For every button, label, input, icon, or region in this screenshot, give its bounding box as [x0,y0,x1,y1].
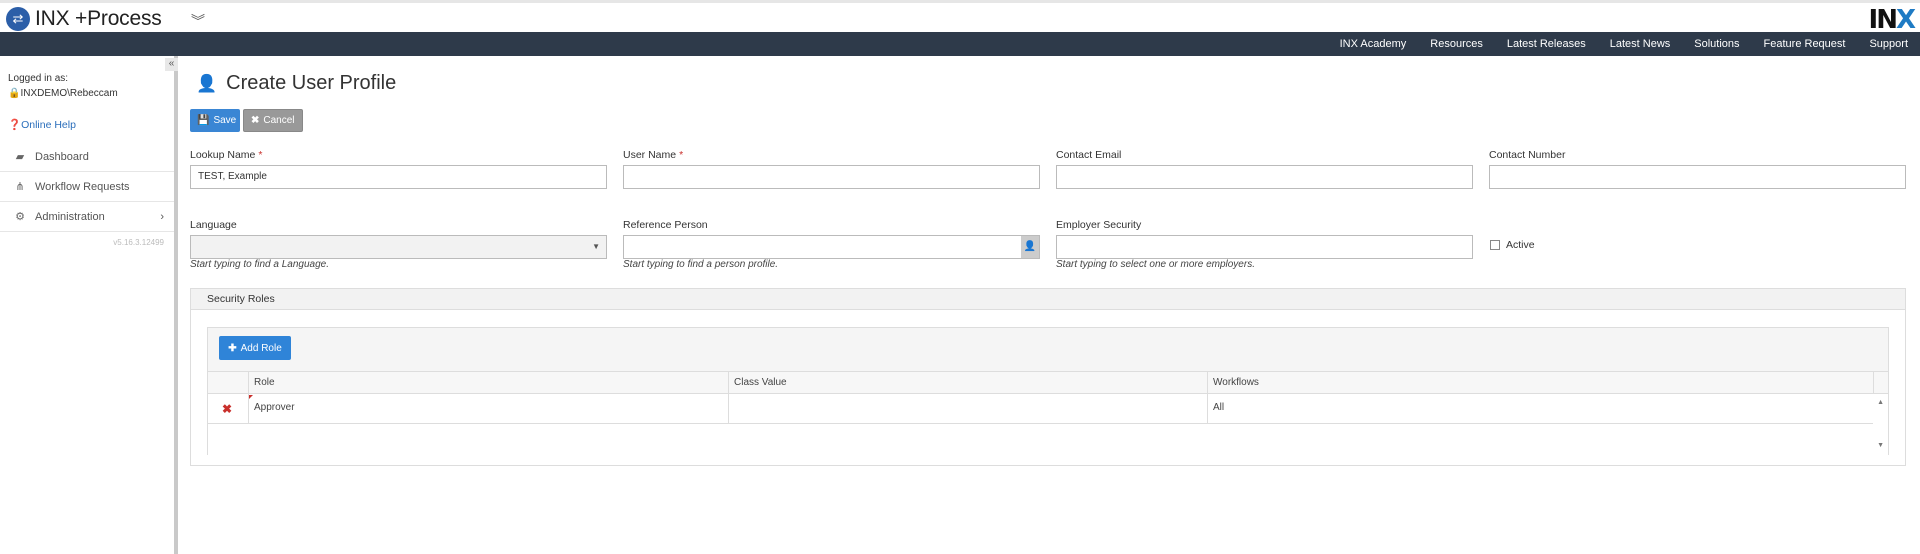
employer-security-label: Employer Security [1056,219,1142,231]
page-title-text: Create User Profile [226,72,397,94]
contact-number-label: Contact Number [1489,149,1566,161]
page-title: 👤 Create User Profile [196,72,396,95]
save-button[interactable]: 💾 Save [190,109,240,132]
user-name-input[interactable] [623,165,1040,189]
plus-icon: ✚ [228,342,237,354]
sidebar-menu: ▰ Dashboard ⋔ Workflow Requests ⚙ Admini… [0,142,174,232]
language-label: Language [190,219,237,231]
question-circle-icon: ❓ [8,119,22,131]
shuffle-icon: ⇄ [6,7,30,31]
sidebar-item-administration[interactable]: ⚙ Administration › [0,202,174,232]
add-role-button[interactable]: ✚ Add Role [219,336,291,360]
cancel-label: Cancel [263,115,295,126]
scroll-up-icon[interactable]: ▲ [1877,399,1884,406]
sidebar-item-label: Administration [35,210,105,223]
online-help-label: Online Help [21,119,76,131]
reference-person-input[interactable]: 👤 [623,235,1040,259]
close-icon: ✖ [251,115,260,126]
nav-link-solutions[interactable]: Solutions [1694,38,1739,50]
app-logo[interactable]: ⇄ INX +Process [6,6,162,32]
reference-person-label: Reference Person [623,219,708,231]
brand-logo: INX [1868,5,1916,35]
top-bar: ⇄ INX +Process ︾ INX [0,0,1920,35]
nav-link-feature-request[interactable]: Feature Request [1764,38,1846,50]
cogs-icon: ⚙ [15,211,25,223]
caret-down-icon: ▼ [592,242,600,251]
sidebar: « Logged in as: 🔒INXDEMO\Rebeccam ❓Onlin… [0,56,178,554]
table-header: Role Class Value Workflows [208,372,1888,394]
column-header-role[interactable]: Role [248,372,275,394]
version-label: v5.16.3.12499 [113,238,164,247]
role-cell[interactable]: Approver [248,397,295,419]
contact-number-input[interactable] [1489,165,1906,189]
sidebar-item-label: Workflow Requests [35,180,130,193]
sidebar-item-workflow-requests[interactable]: ⋔ Workflow Requests [0,172,174,202]
language-select[interactable]: ▼ [190,235,607,259]
active-checkbox[interactable] [1490,240,1500,250]
user-name-label: INXDEMO\Rebeccam [20,88,118,99]
lookup-name-input[interactable]: TEST, Example [190,165,607,189]
cancel-button[interactable]: ✖ Cancel [243,109,303,132]
language-hint: Start typing to find a Language. [190,259,329,270]
lookup-name-label: Lookup Name * [190,149,263,161]
column-header-workflows[interactable]: Workflows [1207,372,1259,394]
sitemap-icon: ⋔ [15,181,25,193]
employer-security-hint: Start typing to select one or more emplo… [1056,259,1255,270]
nav-link-academy[interactable]: INX Academy [1340,38,1407,50]
nav-link-latest-releases[interactable]: Latest Releases [1507,38,1586,50]
logged-in-label: Logged in as: [8,73,69,84]
sidebar-item-label: Dashboard [35,150,89,163]
reference-person-hint: Start typing to find a person profile. [623,259,779,270]
chart-icon: ▰ [15,151,25,163]
security-roles-title: Security Roles [191,289,1905,310]
online-help-link[interactable]: ❓Online Help [8,118,76,131]
app-title: INX +Process [35,7,162,30]
nav-link-resources[interactable]: Resources [1430,38,1483,50]
security-roles-table: Role Class Value Workflows ✖ Approver Al… [208,371,1888,455]
floppy-icon: 💾 [197,115,210,126]
save-label: Save [213,115,237,126]
user-name-label: User Name * [623,149,684,161]
chevron-right-icon: › [160,210,164,223]
nav-bar: INX Academy Resources Latest Releases La… [0,32,1920,56]
add-role-label: Add Role [240,342,282,354]
chevron-double-down-icon[interactable]: ︾ [191,11,205,31]
current-user: 🔒INXDEMO\Rebeccam [8,88,118,99]
user-icon: 👤 [196,73,218,93]
contact-email-label: Contact Email [1056,149,1122,161]
security-roles-panel: Security Roles ✚ Add Role Role Class Val… [190,288,1906,466]
collapse-sidebar-icon[interactable]: « [165,58,178,71]
security-roles-grid-container: ✚ Add Role Role Class Value Workflows ✖ … [207,327,1889,455]
workflows-cell[interactable]: All [1207,397,1224,419]
person-lookup-icon[interactable]: 👤 [1021,236,1039,258]
nav-link-support[interactable]: Support [1869,38,1908,50]
delete-row-icon[interactable]: ✖ [222,402,232,416]
column-header-class-value[interactable]: Class Value [728,372,787,394]
active-label: Active [1506,239,1535,251]
lock-icon: 🔒 [8,88,21,99]
sidebar-item-dashboard[interactable]: ▰ Dashboard [0,142,174,172]
contact-email-input[interactable] [1056,165,1473,189]
scroll-down-icon[interactable]: ▼ [1877,442,1884,449]
nav-link-latest-news[interactable]: Latest News [1610,38,1671,50]
employer-security-input[interactable] [1056,235,1473,259]
